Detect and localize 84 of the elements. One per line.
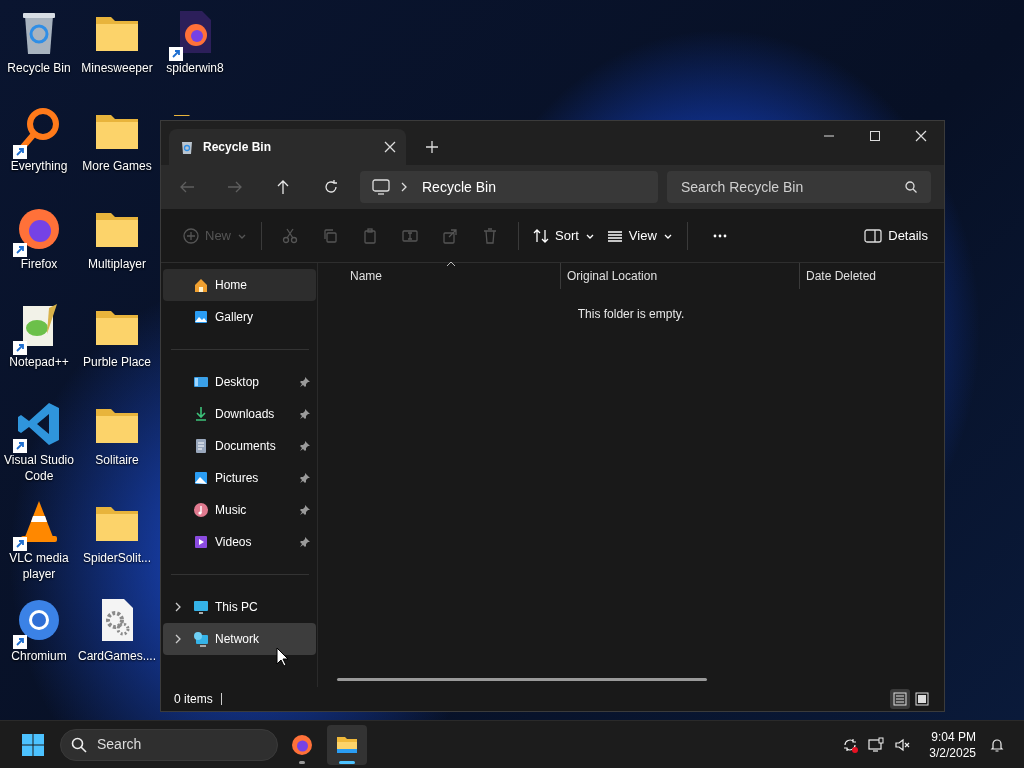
monitor-icon bbox=[868, 736, 885, 753]
sidebar-item[interactable]: Desktop bbox=[163, 366, 316, 398]
desktop-icon-label[interactable]: Purble Place bbox=[82, 354, 151, 370]
sidebar-item[interactable]: Network bbox=[163, 623, 316, 655]
taskbar-search-field[interactable]: Search bbox=[60, 728, 278, 761]
four-squares-logo-icon bbox=[21, 732, 45, 757]
forward-arrow-icon bbox=[227, 179, 243, 195]
picture-icon bbox=[193, 470, 209, 486]
close-icon bbox=[915, 130, 927, 142]
mouse-pointer-icon bbox=[276, 647, 289, 667]
search-field[interactable]: Search Recycle Bin bbox=[667, 171, 931, 203]
shortcut-arrow-icon bbox=[13, 438, 27, 453]
home-icon bbox=[193, 277, 209, 293]
download-icon bbox=[193, 406, 209, 422]
gallery-icon bbox=[193, 309, 209, 325]
maximize-icon bbox=[869, 130, 881, 142]
sidebar-item[interactable]: Downloads bbox=[163, 398, 316, 430]
shortcut-arrow-icon bbox=[169, 46, 183, 61]
empty-folder-message: This folder is empty. bbox=[576, 306, 686, 323]
desktop-icon bbox=[193, 374, 209, 390]
details-view-button[interactable] bbox=[890, 689, 910, 709]
desktop-icon-label[interactable]: Chromium bbox=[11, 648, 67, 664]
details-button[interactable]: Details bbox=[858, 218, 934, 253]
sidebar-item[interactable]: Music bbox=[163, 494, 316, 526]
shortcut-arrow-icon bbox=[13, 144, 27, 159]
desktop-icon-label[interactable]: spiderwin8 bbox=[166, 60, 224, 76]
monitor-icon bbox=[193, 599, 209, 615]
column-header[interactable]: Date Deleted bbox=[799, 263, 944, 289]
desktop-icon-label[interactable]: Solitaire bbox=[95, 452, 139, 468]
desktop-icon-label[interactable]: More Games bbox=[82, 158, 152, 174]
recycle-bin-icon bbox=[179, 139, 195, 155]
bell-icon bbox=[989, 736, 1005, 753]
shortcut-arrow-icon bbox=[13, 536, 27, 551]
search-icon bbox=[71, 736, 87, 753]
sidebar-item[interactable]: Home bbox=[163, 269, 316, 301]
back-arrow-icon bbox=[179, 179, 195, 195]
sidebar-item[interactable]: Videos bbox=[163, 526, 316, 558]
shortcut-arrow-icon bbox=[13, 242, 27, 257]
sort-button[interactable]: Sort bbox=[527, 218, 601, 253]
sync-icon bbox=[842, 736, 859, 753]
music-icon bbox=[193, 502, 209, 518]
up-arrow-icon bbox=[275, 179, 291, 195]
column-header[interactable]: Name bbox=[318, 263, 560, 289]
horizontal-scrollbar[interactable] bbox=[337, 678, 707, 681]
sidebar-item[interactable]: Gallery bbox=[163, 301, 316, 333]
sidebar-item[interactable]: Documents bbox=[163, 430, 316, 462]
clock-time[interactable]: 9:04 PM bbox=[931, 728, 976, 745]
column-header[interactable]: Original Location bbox=[560, 263, 799, 289]
document-icon bbox=[193, 438, 209, 454]
clock-date[interactable]: 3/2/2025 bbox=[929, 744, 976, 761]
sidebar-item[interactable]: This PC bbox=[163, 591, 316, 623]
muted-speaker-icon bbox=[894, 736, 911, 753]
firefox-icon bbox=[290, 732, 314, 757]
desktop-icon-label[interactable]: Multiplayer bbox=[88, 256, 146, 272]
desktop-icon-label[interactable]: Everything bbox=[10, 158, 68, 174]
file-explorer-button[interactable] bbox=[327, 724, 367, 765]
desktop-icon-label[interactable]: Recycle Bin bbox=[7, 60, 71, 76]
desktop-icon-label[interactable]: VLC media player bbox=[0, 550, 78, 582]
address-bar[interactable]: Recycle Bin bbox=[360, 171, 658, 203]
shortcut-arrow-icon bbox=[13, 340, 27, 355]
desktop-icon-label[interactable]: SpiderSolit... bbox=[82, 550, 151, 566]
details-view-icon bbox=[893, 692, 907, 706]
search-icon bbox=[905, 181, 917, 193]
new-tab-icon[interactable] bbox=[426, 141, 438, 153]
item-count: 0 items bbox=[174, 691, 213, 708]
chevron-icon bbox=[400, 182, 408, 192]
network-icon bbox=[193, 631, 209, 647]
breadcrumb[interactable]: Recycle Bin bbox=[422, 176, 496, 198]
desktop-icon-label[interactable]: Visual Studio Code bbox=[0, 452, 78, 484]
details-pane-icon bbox=[864, 227, 883, 244]
tiles-view-button[interactable] bbox=[912, 689, 932, 709]
desktop-icon-label[interactable]: Firefox bbox=[20, 256, 58, 272]
shortcut-arrow-icon bbox=[13, 634, 27, 649]
desktop-icon-label[interactable]: Notepad++ bbox=[9, 354, 69, 370]
tab[interactable]: Recycle Bin bbox=[169, 129, 406, 165]
view-button[interactable]: View bbox=[600, 218, 679, 253]
desktop-icon-label[interactable]: CardGames.... bbox=[78, 648, 156, 664]
computer-icon bbox=[372, 179, 390, 195]
video-icon bbox=[193, 534, 209, 550]
sidebar-item[interactable]: Pictures bbox=[163, 462, 316, 494]
close-tab-icon[interactable] bbox=[384, 141, 396, 153]
tiles-view-icon bbox=[915, 692, 929, 706]
refresh-icon bbox=[323, 179, 339, 195]
desktop-icon-label[interactable]: Minesweeper bbox=[81, 60, 153, 76]
